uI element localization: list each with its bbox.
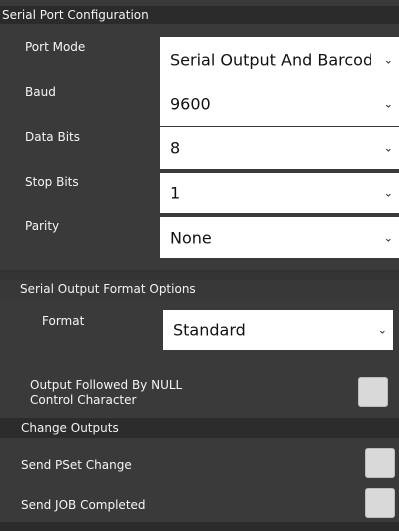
chevron-down-icon: ⌄ <box>383 186 393 200</box>
serial-port-section-header: Serial Port Configuration <box>0 6 399 24</box>
chevron-down-icon: ⌄ <box>377 323 387 337</box>
stop-bits-select[interactable]: 1 ⌄ <box>160 173 399 213</box>
port-mode-label: Port Mode <box>25 40 86 54</box>
format-select[interactable]: Standard ⌄ <box>163 310 393 350</box>
send-pset-change-checkbox[interactable] <box>365 448 395 478</box>
chevron-down-icon: ⌄ <box>383 231 393 244</box>
data-bits-label: Data Bits <box>25 130 80 144</box>
format-label: Format <box>42 314 85 328</box>
send-job-completed-checkbox[interactable] <box>365 488 395 518</box>
port-mode-value: Serial Output And Barcode <box>170 50 383 70</box>
format-value: Standard <box>173 320 246 340</box>
chevron-down-icon: ⌄ <box>383 141 393 155</box>
output-format-section-header: Serial Output Format Options <box>0 280 399 298</box>
port-mode-select[interactable]: Serial Output And Barcode ⌄ <box>160 37 399 83</box>
baud-value: 9600 <box>170 94 211 114</box>
baud-label: Baud <box>25 85 56 99</box>
serial-port-heading: Serial Port Configuration <box>2 8 149 22</box>
null-control-label-line1: Output Followed By NULL <box>30 378 183 392</box>
chevron-down-icon: ⌄ <box>383 53 393 67</box>
change-outputs-heading: Change Outputs <box>21 421 119 435</box>
data-bits-select[interactable]: 8 ⌄ <box>160 127 399 169</box>
chevron-down-icon: ⌄ <box>383 97 393 111</box>
baud-select[interactable]: 9600 ⌄ <box>160 82 399 126</box>
send-job-completed-label: Send JOB Completed <box>21 498 146 512</box>
change-outputs-section-header: Change Outputs <box>0 418 399 438</box>
output-format-heading: Serial Output Format Options <box>20 282 196 296</box>
stop-bits-value: 1 <box>170 183 181 203</box>
parity-value: None <box>170 228 212 247</box>
parity-select[interactable]: None ⌄ <box>160 217 399 258</box>
null-control-label-line2: Control Character <box>30 393 137 407</box>
null-control-label: Output Followed By NULL Control Characte… <box>30 378 182 408</box>
null-control-checkbox[interactable] <box>358 377 388 407</box>
parity-label: Parity <box>25 219 60 233</box>
data-bits-value: 8 <box>170 138 181 158</box>
stop-bits-label: Stop Bits <box>25 175 79 189</box>
footer-band <box>0 522 399 531</box>
section-divider <box>0 270 399 280</box>
send-pset-change-label: Send PSet Change <box>21 458 132 472</box>
